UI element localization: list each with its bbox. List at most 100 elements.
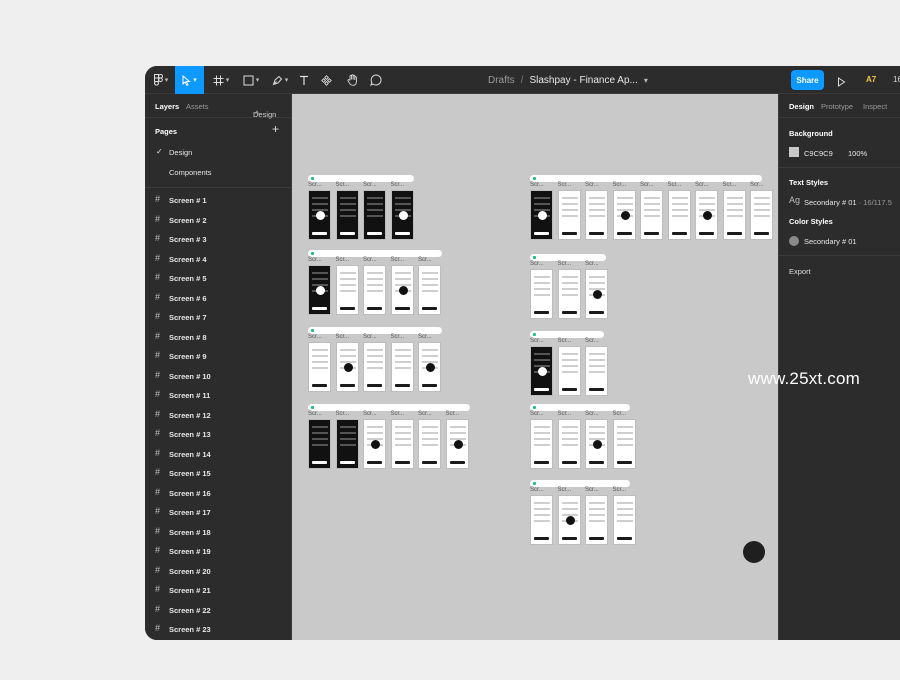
screen-frame[interactable] [750,190,773,240]
frame-label[interactable]: Scr... [530,338,544,344]
screen-frame[interactable] [335,342,359,392]
frame-group-header[interactable] [308,404,470,411]
screen-frame[interactable] [363,265,386,315]
screen-frame[interactable] [612,419,636,469]
frame-group-header[interactable] [530,254,606,261]
screen-frame[interactable] [557,269,581,319]
frame-group-header[interactable] [308,250,442,257]
page-item-design[interactable]: ✓ Design [145,142,291,162]
layer-item[interactable]: # Screen # 9 [145,346,291,366]
layer-item[interactable]: # Screen # 21 [145,580,291,600]
layer-item[interactable]: # Screen # 11 [145,385,291,405]
shape-tool-button[interactable]: ▾ [238,66,264,94]
frame-label[interactable]: Scr... [391,334,405,340]
screen-frame[interactable] [585,419,608,469]
frame-label[interactable]: Scr... [585,411,599,417]
components-button[interactable] [316,66,336,94]
background-swatch[interactable] [789,147,799,157]
frame-label[interactable]: Scr... [640,182,654,188]
hand-tool-button[interactable] [343,66,361,94]
frame-label[interactable]: Scr... [668,182,682,188]
frame-label[interactable]: Scr... [585,261,599,267]
screen-frame[interactable] [335,419,359,469]
frame-label[interactable]: Scr... [363,411,377,417]
share-button[interactable]: Share [791,70,824,90]
layer-item[interactable]: # Screen # 18 [145,522,291,542]
background-hex[interactable]: C9C9C9 [804,149,833,158]
text-tool-button[interactable] [295,66,313,94]
frame-label[interactable]: Scr... [530,261,544,267]
color-style-name[interactable]: Secondary # 01 [804,237,857,246]
layer-item[interactable]: # Screen # 16 [145,483,291,503]
frame-group-header[interactable] [308,175,414,182]
screen-frame[interactable] [585,269,608,319]
screen-frame[interactable] [363,342,386,392]
frame-group-header[interactable] [530,480,630,487]
breadcrumb-drafts[interactable]: Drafts [488,75,515,86]
frame-label[interactable]: Scr... [308,411,322,417]
screen-frame[interactable] [585,495,608,545]
screen-frame[interactable] [557,495,581,545]
screen-frame[interactable] [612,495,636,545]
tab-inspect[interactable]: Inspect [863,102,887,111]
frame-label[interactable]: Scr... [530,487,544,493]
figma-menu-button[interactable]: ▾ [149,66,173,94]
frame-group-header[interactable] [530,331,604,338]
screen-frame[interactable] [418,419,441,469]
frame-label[interactable]: Scr... [613,182,627,188]
text-style-item[interactable]: Secondary # 01 · 16/117.5 [804,198,892,207]
frame-label[interactable]: Scr... [336,334,350,340]
frame-label[interactable]: Scr... [308,257,322,263]
frame-label[interactable]: Scr... [418,334,432,340]
frame-group-header[interactable] [530,175,762,182]
screen-frame[interactable] [530,269,553,319]
screen-frame[interactable] [585,346,608,396]
frame-label[interactable]: Scr... [558,182,572,188]
frame-label[interactable]: Scr... [336,257,350,263]
layer-item[interactable]: # Screen # 15 [145,463,291,483]
frame-label[interactable]: Scr... [391,257,405,263]
layer-item[interactable]: # Screen # 19 [145,541,291,561]
frame-label[interactable]: Scr... [418,257,432,263]
user-avatar-badge[interactable]: A7 [866,66,876,94]
screen-frame[interactable] [557,190,581,240]
layer-item[interactable]: # Screen # 1 [145,190,291,210]
layer-item[interactable]: # Screen # 12 [145,405,291,425]
frame-label[interactable]: Scr... [585,182,599,188]
frame-label[interactable]: Scr... [750,182,764,188]
add-page-button[interactable]: + [272,122,279,136]
layer-item[interactable]: # Screen # 23 [145,619,291,639]
frame-group-header[interactable] [530,404,630,411]
layer-item[interactable]: # Screen # 22 [145,600,291,620]
frame-label[interactable]: Scr... [613,411,627,417]
comment-tool-button[interactable] [367,66,385,94]
screen-frame[interactable] [390,342,414,392]
help-button[interactable] [743,541,765,563]
layer-item[interactable]: # Screen # 3 [145,229,291,249]
screen-frame[interactable] [308,265,331,315]
frame-label[interactable]: Scr... [308,182,322,188]
layer-item[interactable]: # Screen # 5 [145,268,291,288]
screen-frame[interactable] [308,342,331,392]
screen-frame[interactable] [418,265,441,315]
frame-label[interactable]: Scr... [613,487,627,493]
screen-frame[interactable] [640,190,663,240]
screen-frame[interactable] [308,190,331,240]
screen-frame[interactable] [530,346,553,396]
layer-item[interactable]: # Screen # 6 [145,288,291,308]
screen-frame[interactable] [363,419,386,469]
frame-label[interactable]: Scr... [363,182,377,188]
file-name[interactable]: Slashpay - Finance Ap... [529,75,637,86]
screen-frame[interactable] [530,190,553,240]
screen-frame[interactable] [445,419,469,469]
layer-item[interactable]: # Screen # 2 [145,210,291,230]
export-title[interactable]: Export [789,267,811,276]
frame-label[interactable]: Scr... [363,334,377,340]
layer-item[interactable]: # Screen # 13 [145,424,291,444]
background-opacity[interactable]: 100% [848,149,867,158]
tab-design[interactable]: Design [789,102,814,111]
frame-label[interactable]: Scr... [391,182,405,188]
frame-label[interactable]: Scr... [723,182,737,188]
layer-item[interactable]: # Screen # 10 [145,366,291,386]
screen-frame[interactable] [722,190,746,240]
